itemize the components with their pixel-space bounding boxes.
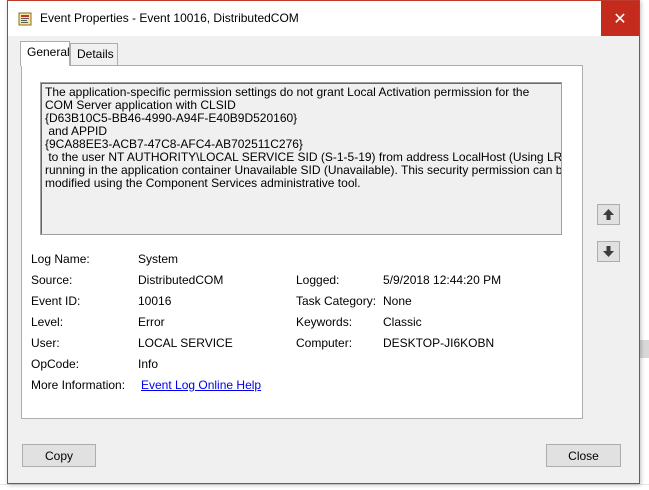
tab-details-label: Details [77,47,114,61]
event-description-box[interactable]: The application-specific permission sett… [40,82,562,235]
title-bar[interactable]: Event Properties - Event 10016, Distribu… [8,1,639,36]
tab-general-label: General [27,45,70,59]
close-button-label: Close [568,448,599,463]
window-title: Event Properties - Event 10016, Distribu… [40,11,299,25]
description-line: modified using the Component Services ad… [45,176,361,190]
task-category-label: Task Category: [296,294,377,308]
previous-event-button[interactable] [597,204,620,225]
opcode-label: OpCode: [31,357,80,371]
close-window-button[interactable]: ✕ [601,1,639,36]
user-label: User: [31,336,60,350]
down-arrow-icon [603,246,614,257]
keywords-value: Classic [383,315,422,329]
tab-general[interactable]: General [20,41,70,66]
level-label: Level: [31,315,64,329]
source-label: Source: [31,273,73,287]
user-value: LOCAL SERVICE [138,336,233,350]
task-category-value: None [383,294,412,308]
next-event-button[interactable] [597,241,620,262]
event-id-value: 10016 [138,294,172,308]
up-arrow-icon [603,209,614,220]
tab-details[interactable]: Details [70,43,118,65]
keywords-label: Keywords: [296,315,353,329]
close-icon: ✕ [613,10,627,28]
background-window-line [0,484,649,485]
close-button[interactable]: Close [546,444,621,467]
log-name-label: Log Name: [31,252,90,266]
copy-button-label: Copy [44,448,73,463]
more-information-label: More Information: [31,378,126,392]
opcode-value: Info [138,357,159,371]
logged-label: Logged: [296,273,340,287]
description-line: {D63B10C5-BB46-4990-A94F-E40B9D520160} [45,111,298,125]
computer-label: Computer: [296,336,353,350]
computer-value: DESKTOP-JI6KOBN [383,336,495,350]
event-id-label: Event ID: [31,294,81,308]
logged-value: 5/9/2018 12:44:20 PM [383,273,502,287]
general-tab-panel: The application-specific permission sett… [21,65,583,419]
event-properties-dialog: Event Properties - Event 10016, Distribu… [7,0,640,484]
level-value: Error [138,315,165,329]
copy-button[interactable]: Copy [22,444,96,467]
background-window-edge [640,340,649,358]
event-log-online-help-link[interactable]: Event Log Online Help [141,378,261,392]
source-value: DistributedCOM [138,273,224,287]
event-viewer-icon [18,12,32,26]
log-name-value: System [138,252,179,266]
